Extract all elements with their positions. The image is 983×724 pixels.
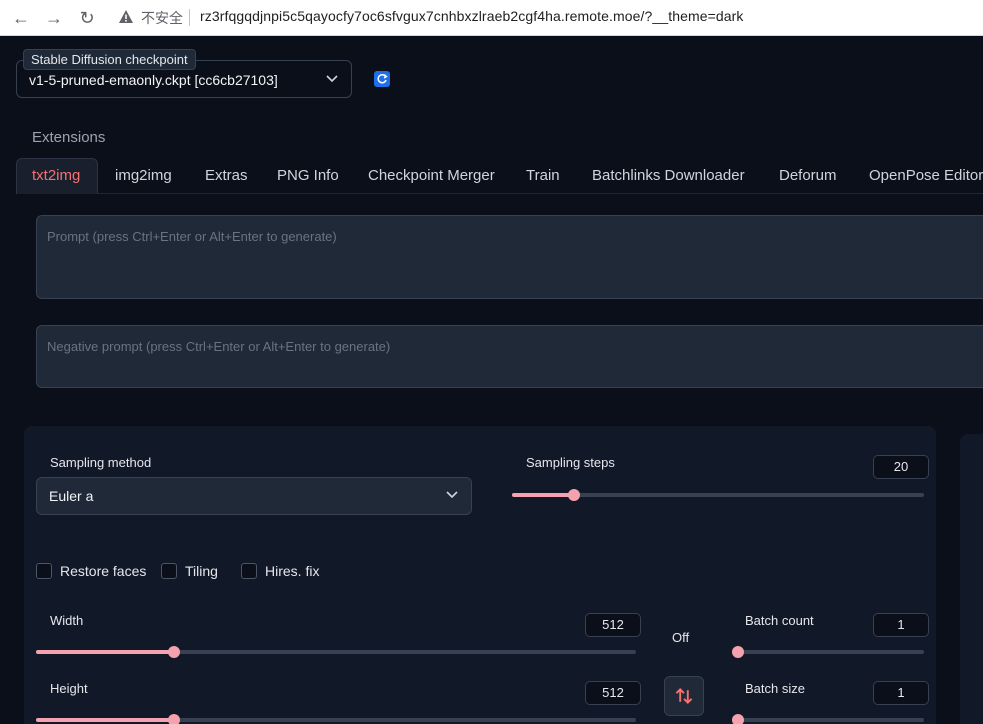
slider-thumb[interactable] [168,646,180,658]
height-label: Height [50,681,88,696]
height-input[interactable]: 512 [585,681,641,705]
batch-count-label: Batch count [745,613,814,628]
batch-size-label: Batch size [745,681,805,696]
back-arrow-icon[interactable]: ← [9,6,33,30]
slider-thumb[interactable] [732,714,744,724]
width-slider[interactable] [36,646,636,658]
tab-openpose-editor[interactable]: OpenPose Editor [869,167,983,184]
checkpoint-label: Stable Diffusion checkpoint [23,49,196,70]
browser-address-bar: ← → ↻ 不安全 rz3rfqgqdjnpi5c5qayocfy7oc6sfv… [0,0,983,36]
tab-train[interactable]: Train [526,167,560,184]
url-separator [189,9,190,26]
height-slider[interactable] [36,714,636,724]
slider-thumb[interactable] [567,489,580,501]
sampling-steps-label: Sampling steps [526,455,615,470]
off-label: Off [672,630,690,645]
forward-arrow-icon[interactable]: → [42,6,66,30]
refresh-checkpoint-button[interactable] [374,71,390,87]
insecure-label: 不安全 [141,10,183,26]
restore-faces-checkbox[interactable] [36,563,52,579]
batch-size-input[interactable]: 1 [873,681,929,705]
url-text[interactable]: rz3rfqgqdjnpi5c5qayocfy7oc6sfvgux7cnhbxz… [200,8,744,24]
slider-thumb[interactable] [168,714,180,724]
hires-fix-checkbox[interactable] [241,563,257,579]
negative-prompt-placeholder: Negative prompt (press Ctrl+Enter or Alt… [47,339,391,354]
tab-txt2img[interactable]: txt2img [32,167,80,184]
chevron-down-icon[interactable] [445,489,459,501]
swap-dimensions-button[interactable] [664,676,704,716]
reload-icon[interactable]: ↻ [75,6,99,30]
tab-png-info[interactable]: PNG Info [277,167,339,184]
slider-fill [512,493,574,497]
extensions-label[interactable]: Extensions [32,129,105,146]
prompt-placeholder: Prompt (press Ctrl+Enter or Alt+Enter to… [47,229,337,244]
swap-arrows-icon [675,688,693,704]
batch-size-slider[interactable] [732,714,924,724]
sampling-method-value[interactable]: Euler a [49,488,93,504]
restore-faces-label[interactable]: Restore faces [60,563,146,579]
sampling-steps-slider[interactable] [512,489,924,501]
tiling-checkbox[interactable] [161,563,177,579]
checkpoint-value[interactable]: v1-5-pruned-emaonly.ckpt [cc6cb27103] [29,72,278,88]
slider-thumb[interactable] [732,646,744,658]
prompt-input[interactable] [36,215,983,299]
sampling-method-dropdown[interactable] [36,477,472,515]
sampling-steps-input[interactable]: 20 [873,455,929,479]
tiling-label[interactable]: Tiling [185,563,218,579]
output-panel [960,434,983,724]
width-input[interactable]: 512 [585,613,641,637]
chevron-down-icon[interactable] [325,73,339,85]
sampling-method-label: Sampling method [50,455,152,470]
batch-count-input[interactable]: 1 [873,613,929,637]
tab-deforum[interactable]: Deforum [779,167,837,184]
width-label: Width [50,613,84,628]
tab-extras[interactable]: Extras [205,167,248,184]
batch-count-slider[interactable] [732,646,924,658]
negative-prompt-input[interactable] [36,325,983,388]
warning-icon [119,10,133,23]
tab-img2img[interactable]: img2img [115,167,172,184]
tab-batchlinks-downloader[interactable]: Batchlinks Downloader [592,167,745,184]
hires-fix-label[interactable]: Hires. fix [265,563,319,579]
slider-fill [36,718,174,722]
slider-fill [36,650,174,654]
tab-checkpoint-merger[interactable]: Checkpoint Merger [368,167,495,184]
tab-divider [98,193,983,194]
refresh-icon [377,73,388,84]
